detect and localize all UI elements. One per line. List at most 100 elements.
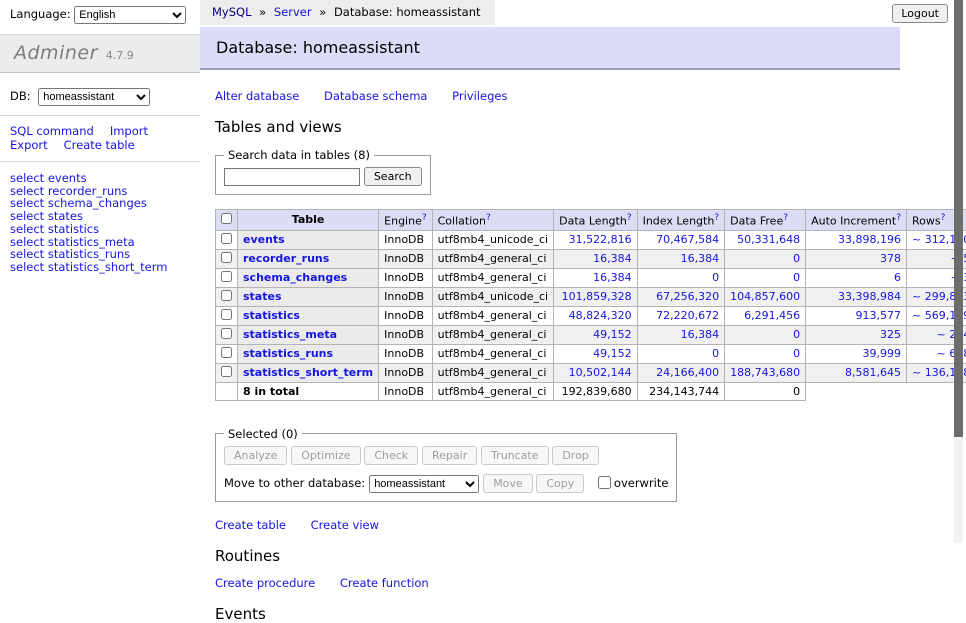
- overwrite-checkbox[interactable]: [598, 476, 611, 489]
- column-header-engine: Engine?: [379, 210, 432, 231]
- create-table-link[interactable]: Create table: [215, 518, 286, 532]
- index-length-link[interactable]: 67,256,320: [656, 290, 719, 303]
- data-length-link[interactable]: 16,384: [593, 252, 632, 265]
- copy-button[interactable]: Copy: [536, 474, 584, 493]
- row-checkbox[interactable]: [221, 366, 232, 377]
- table-link[interactable]: statistics: [243, 309, 300, 322]
- data-free-link[interactable]: 50,331,648: [737, 233, 800, 246]
- row-checkbox[interactable]: [221, 328, 232, 339]
- data-length-link[interactable]: 101,859,328: [562, 290, 632, 303]
- sidebar-item-select-statistics-short-term[interactable]: select statistics_short_term: [10, 261, 200, 274]
- db-select[interactable]: homeassistant: [38, 88, 150, 106]
- table-link[interactable]: statistics_short_term: [243, 366, 373, 379]
- row-checkbox[interactable]: [221, 252, 232, 263]
- index-length-link[interactable]: 16,384: [681, 328, 720, 341]
- auto-increment-link[interactable]: 378: [880, 252, 901, 265]
- optimize-button[interactable]: Optimize: [291, 446, 360, 465]
- data-length-link[interactable]: 10,502,144: [569, 366, 632, 379]
- index-length-link[interactable]: 24,166,400: [656, 366, 719, 379]
- data-free-link[interactable]: 0: [793, 252, 800, 265]
- sidebar-link-import[interactable]: Import: [110, 124, 148, 138]
- sidebar-item-select-states[interactable]: select states: [10, 210, 200, 223]
- database-actions: Alter database Database schema Privilege…: [215, 89, 952, 103]
- table-row: statistics_short_term InnoDB utf8mb4_gen…: [216, 363, 966, 382]
- index-length-link[interactable]: 0: [712, 347, 719, 360]
- select-all-checkbox[interactable]: [221, 213, 232, 224]
- index-length-link[interactable]: 72,220,672: [656, 309, 719, 322]
- data-free-link[interactable]: 0: [793, 328, 800, 341]
- table-link[interactable]: schema_changes: [243, 271, 347, 284]
- data-free-help-link[interactable]: ?: [783, 213, 788, 223]
- sidebar-link-create-table[interactable]: Create table: [64, 138, 135, 152]
- engine-cell: InnoDB: [379, 268, 432, 287]
- row-checkbox[interactable]: [221, 347, 232, 358]
- logout-button[interactable]: Logout: [892, 4, 948, 23]
- auto-increment-link[interactable]: 8,581,645: [845, 366, 901, 379]
- data-free-link[interactable]: 0: [793, 271, 800, 284]
- table-row: statistics_runs InnoDB utf8mb4_general_c…: [216, 344, 966, 363]
- check-button[interactable]: Check: [364, 446, 418, 465]
- language-select[interactable]: English: [74, 6, 186, 24]
- data-length-link[interactable]: 49,152: [593, 328, 632, 341]
- auto-increment-help-link[interactable]: ?: [896, 213, 901, 223]
- sidebar-link-sql-command[interactable]: SQL command: [10, 124, 94, 138]
- privileges-link[interactable]: Privileges: [452, 89, 507, 103]
- data-free-link[interactable]: 0: [793, 347, 800, 360]
- repair-button[interactable]: Repair: [422, 446, 477, 465]
- drop-button[interactable]: Drop: [552, 446, 598, 465]
- engine-help-link[interactable]: ?: [422, 213, 427, 223]
- analyze-button[interactable]: Analyze: [224, 446, 287, 465]
- auto-increment-link[interactable]: 913,577: [856, 309, 902, 322]
- data-length-link[interactable]: 49,152: [593, 347, 632, 360]
- data-length-link[interactable]: 48,824,320: [569, 309, 632, 322]
- auto-increment-link[interactable]: 325: [880, 328, 901, 341]
- move-button[interactable]: Move: [483, 474, 533, 493]
- language-row: Language: English: [0, 0, 200, 30]
- row-checkbox[interactable]: [221, 271, 232, 282]
- auto-increment-link[interactable]: 33,398,984: [838, 290, 901, 303]
- scrollbar-thumb[interactable]: [954, 0, 963, 437]
- vertical-scrollbar[interactable]: [954, 0, 963, 543]
- search-fieldset: Search data in tables (8) Search: [215, 148, 431, 195]
- sidebar-link-export[interactable]: Export: [10, 138, 48, 152]
- rows-help-link[interactable]: ?: [941, 213, 946, 223]
- sidebar-item-select-events[interactable]: select events: [10, 172, 200, 185]
- table-link[interactable]: statistics_runs: [243, 347, 333, 360]
- index-length-link[interactable]: 16,384: [681, 252, 720, 265]
- data-length-help-link[interactable]: ?: [627, 213, 632, 223]
- data-free-link[interactable]: 6,291,456: [744, 309, 800, 322]
- search-button[interactable]: Search: [364, 167, 422, 186]
- table-header-row: Table Engine? Collation? Data Length? In…: [216, 210, 966, 231]
- breadcrumb-separator: »: [259, 5, 266, 19]
- auto-increment-link[interactable]: 33,898,196: [838, 233, 901, 246]
- auto-increment-link[interactable]: 6: [894, 271, 901, 284]
- breadcrumb-server-link[interactable]: Server: [274, 5, 312, 19]
- table-link[interactable]: states: [243, 290, 282, 303]
- create-view-link[interactable]: Create view: [311, 518, 379, 532]
- index-length-help-link[interactable]: ?: [714, 213, 719, 223]
- index-length-link[interactable]: 70,467,584: [656, 233, 719, 246]
- table-link[interactable]: events: [243, 233, 285, 246]
- sidebar-item-select-statistics[interactable]: select statistics: [10, 223, 200, 236]
- data-length-link[interactable]: 31,522,816: [569, 233, 632, 246]
- data-free-link[interactable]: 104,857,600: [730, 290, 800, 303]
- search-input[interactable]: [224, 168, 360, 186]
- truncate-button[interactable]: Truncate: [481, 446, 548, 465]
- row-checkbox[interactable]: [221, 309, 232, 320]
- row-checkbox[interactable]: [221, 290, 232, 301]
- create-procedure-link[interactable]: Create procedure: [215, 576, 315, 590]
- breadcrumb: MySQL » Server » Database: homeassistant: [200, 0, 495, 25]
- table-link[interactable]: recorder_runs: [243, 252, 329, 265]
- move-db-select[interactable]: homeassistant: [369, 475, 479, 493]
- data-free-link[interactable]: 188,743,680: [730, 366, 800, 379]
- create-function-link[interactable]: Create function: [340, 576, 429, 590]
- breadcrumb-mysql-link[interactable]: MySQL: [212, 5, 252, 19]
- alter-database-link[interactable]: Alter database: [215, 89, 299, 103]
- collation-help-link[interactable]: ?: [486, 213, 491, 223]
- data-length-link[interactable]: 16,384: [593, 271, 632, 284]
- database-schema-link[interactable]: Database schema: [324, 89, 427, 103]
- table-link[interactable]: statistics_meta: [243, 328, 337, 341]
- auto-increment-link[interactable]: 39,999: [863, 347, 902, 360]
- index-length-link[interactable]: 0: [712, 271, 719, 284]
- row-checkbox[interactable]: [221, 233, 232, 244]
